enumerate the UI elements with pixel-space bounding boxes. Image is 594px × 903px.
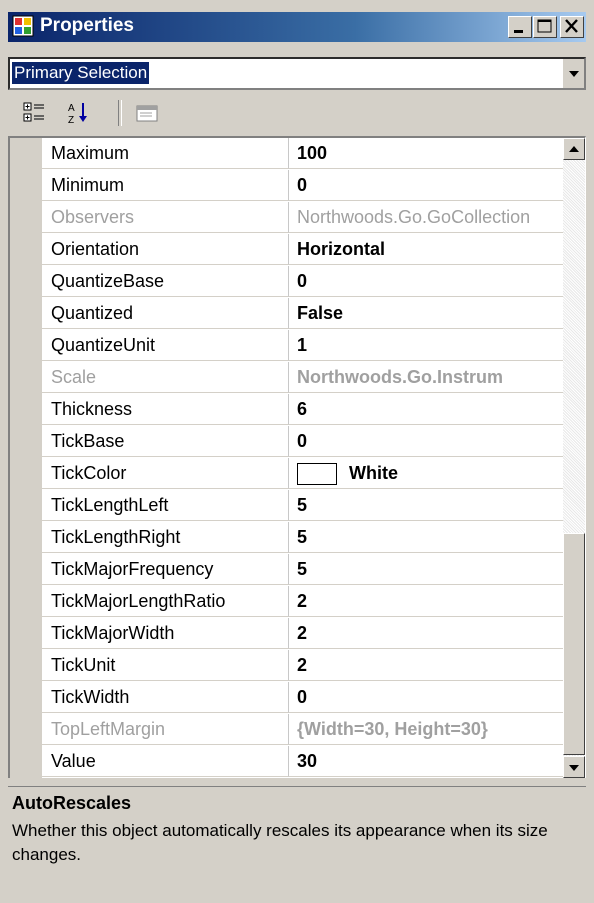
vertical-scrollbar[interactable] xyxy=(563,138,585,778)
property-value[interactable]: 30 xyxy=(289,746,570,777)
scroll-up-button[interactable] xyxy=(563,138,585,160)
scroll-up-icon xyxy=(569,146,579,152)
property-name: Quantized xyxy=(42,298,289,329)
minimize-button[interactable] xyxy=(508,16,532,38)
property-row[interactable]: TickMajorFrequency 5 xyxy=(42,554,570,586)
window-title: Properties xyxy=(40,15,134,36)
property-name: TickLengthRight xyxy=(42,522,289,553)
property-name: TickMajorFrequency xyxy=(42,554,289,585)
close-button[interactable] xyxy=(560,16,584,38)
property-name: Observers xyxy=(42,202,289,233)
property-row[interactable]: TickMajorWidth 2 xyxy=(42,618,570,650)
property-name: TickMajorWidth xyxy=(42,618,289,649)
property-row[interactable]: TickMajorLengthRatio 2 xyxy=(42,586,570,618)
property-name: TickBase xyxy=(42,426,289,457)
svg-text:A: A xyxy=(68,103,75,114)
property-name: Maximum xyxy=(42,138,289,169)
property-value[interactable]: 0 xyxy=(289,170,570,201)
title-bar[interactable]: Properties xyxy=(8,12,586,42)
property-name: QuantizeUnit xyxy=(42,330,289,361)
property-value[interactable]: 2 xyxy=(289,618,570,649)
description-panel: AutoRescales Whether this object automat… xyxy=(8,786,586,903)
property-row[interactable]: Quantized False xyxy=(42,298,570,330)
categorized-icon xyxy=(23,102,44,122)
categorized-button[interactable] xyxy=(20,98,50,128)
selector-dropdown-button[interactable] xyxy=(562,59,584,88)
alphabetical-button[interactable]: A Z xyxy=(64,98,94,128)
scroll-thumb[interactable] xyxy=(563,533,585,755)
property-row[interactable]: Minimum 0 xyxy=(42,170,570,202)
description-text: Whether this object automatically rescal… xyxy=(12,821,548,864)
property-row[interactable]: TickBase 0 xyxy=(42,426,570,458)
property-name: Minimum xyxy=(42,170,289,201)
description-title: AutoRescales xyxy=(12,793,132,813)
close-icon xyxy=(565,19,578,33)
property-name: TopLeftMargin xyxy=(42,714,289,745)
toolbar: A Z xyxy=(8,92,586,134)
property-name: Orientation xyxy=(42,234,289,265)
property-row[interactable]: TickLengthRight 5 xyxy=(42,522,570,554)
property-value[interactable]: {Width=30, Height=30} xyxy=(289,714,570,745)
property-row[interactable]: TickUnit 2 xyxy=(42,650,570,682)
maximize-button[interactable] xyxy=(533,16,557,38)
chevron-down-icon xyxy=(569,71,579,77)
selector-value: Primary Selection xyxy=(12,62,150,84)
property-value[interactable]: 5 xyxy=(289,490,570,521)
property-value[interactable]: White xyxy=(289,458,570,489)
property-value[interactable]: 5 xyxy=(289,522,570,553)
property-value[interactable]: Horizontal xyxy=(289,234,570,265)
property-name: Scale xyxy=(42,362,289,393)
property-value[interactable]: 2 xyxy=(289,650,570,681)
property-row[interactable]: TickColor White xyxy=(42,458,570,490)
property-name: TickMajorLengthRatio xyxy=(42,586,289,617)
property-name: Thickness xyxy=(42,394,289,425)
property-row[interactable]: Scale Northwoods.Go.Instrum xyxy=(42,362,570,394)
property-row[interactable]: Orientation Horizontal xyxy=(42,234,570,266)
property-row[interactable]: Value 30 xyxy=(42,746,570,778)
property-pages-icon xyxy=(136,105,158,122)
property-value[interactable]: 6 xyxy=(289,394,570,425)
property-pages-button[interactable] xyxy=(132,98,162,128)
scroll-down-button[interactable] xyxy=(563,756,585,778)
maximize-icon xyxy=(537,19,552,33)
property-row[interactable]: TickLengthLeft 5 xyxy=(42,490,570,522)
property-row[interactable]: TickWidth 0 xyxy=(42,682,570,714)
property-value[interactable]: 0 xyxy=(289,426,570,457)
property-name: TickLengthLeft xyxy=(42,490,289,521)
property-value[interactable]: 1 xyxy=(289,330,570,361)
svg-text:Z: Z xyxy=(68,115,74,126)
property-row[interactable]: QuantizeUnit 1 xyxy=(42,330,570,362)
property-row[interactable]: Thickness 6 xyxy=(42,394,570,426)
properties-window: Properties Primary Selection A Z Maximum… xyxy=(0,0,594,903)
property-value[interactable]: 100 xyxy=(289,138,570,169)
minimize-icon xyxy=(514,30,523,33)
property-value[interactable]: 2 xyxy=(289,586,570,617)
grid-gutter xyxy=(10,138,42,778)
property-value[interactable]: Northwoods.Go.GoCollection xyxy=(289,202,570,233)
property-row[interactable]: QuantizeBase 0 xyxy=(42,266,570,298)
alphabetical-icon: A Z xyxy=(68,103,87,126)
property-name: Value xyxy=(42,746,289,777)
property-row[interactable]: Maximum 100 xyxy=(42,138,570,170)
color-swatch xyxy=(297,463,337,486)
property-value[interactable]: 5 xyxy=(289,554,570,585)
property-value[interactable]: Northwoods.Go.Instrum xyxy=(289,362,570,393)
toolbar-separator xyxy=(118,100,122,126)
property-grid: Maximum 100 Minimum 0 Observers Northwoods.Go… xyxy=(8,136,586,778)
property-name: TickUnit xyxy=(42,650,289,681)
property-row[interactable]: TopLeftMargin {Width=30, Height=30} xyxy=(42,714,570,746)
object-selector[interactable]: Primary Selection xyxy=(8,57,586,90)
scroll-down-icon xyxy=(569,765,579,771)
property-name: QuantizeBase xyxy=(42,266,289,297)
property-value[interactable]: 0 xyxy=(289,682,570,713)
property-value[interactable]: False xyxy=(289,298,570,329)
properties-window-icon xyxy=(12,15,34,37)
property-value-text: White xyxy=(349,463,398,483)
property-name: TickWidth xyxy=(42,682,289,713)
property-value[interactable]: 0 xyxy=(289,266,570,297)
property-name: TickColor xyxy=(42,458,289,489)
property-row[interactable]: Observers Northwoods.Go.GoCollection xyxy=(42,202,570,234)
